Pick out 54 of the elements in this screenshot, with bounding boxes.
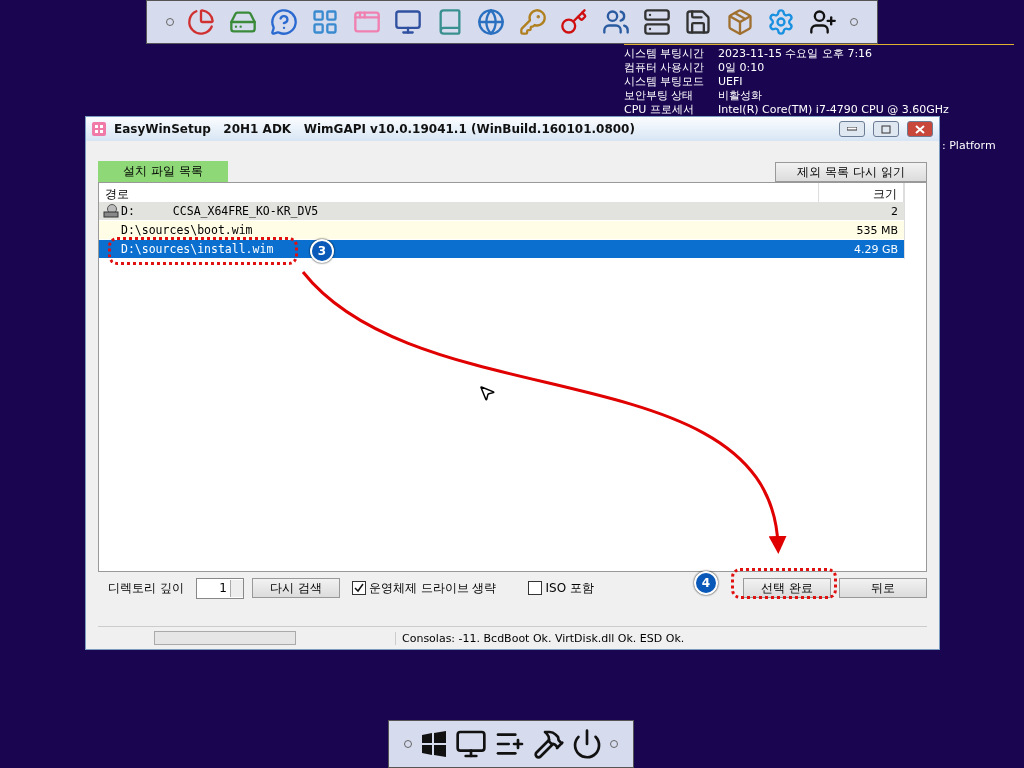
minimize-button[interactable]	[839, 121, 865, 137]
globe-icon[interactable]	[477, 8, 506, 36]
close-icon	[915, 124, 925, 134]
drive-icon[interactable]	[642, 8, 671, 36]
maximize-button[interactable]	[873, 121, 899, 137]
info-value: 0일 0:10	[718, 61, 766, 75]
checkbox-label: ISO 포함	[545, 579, 594, 597]
help-icon[interactable]	[270, 8, 299, 36]
rescan-button[interactable]: 다시 검색	[251, 578, 340, 598]
info-label: CPU 프로세서	[624, 103, 695, 117]
key-icon[interactable]	[560, 8, 589, 36]
path-text: D:\sources\boot.wim	[121, 223, 253, 237]
info-value: UEFI	[718, 75, 744, 89]
maximize-icon	[881, 124, 891, 134]
checkbox[interactable]	[351, 581, 366, 595]
info-value: 2023-11-15 수요일 오후 7:16	[718, 47, 874, 61]
users-icon[interactable]	[601, 8, 630, 36]
computer-icon[interactable]	[455, 728, 488, 760]
close-button[interactable]	[907, 121, 933, 137]
depth-label: 디렉토리 깊이	[108, 579, 184, 597]
add-user-icon[interactable]	[808, 8, 837, 36]
minimize-icon	[847, 127, 857, 131]
app-icon	[92, 122, 106, 136]
floppy-icon[interactable]	[684, 8, 713, 36]
path-text: D:\sources\install.wim	[121, 242, 274, 256]
size-cell: 2	[819, 202, 904, 220]
info-value: 비활성화	[718, 89, 763, 103]
action-button[interactable]: 선택 완료	[743, 578, 831, 598]
path-text: D:	[121, 204, 135, 218]
info-label: 시스템 부팅시간	[624, 47, 706, 61]
tab[interactable]: 설치 파일 목록	[98, 161, 228, 182]
list-row[interactable]: D:\sources\boot.wim	[99, 221, 819, 239]
pie-chart-icon[interactable]	[187, 8, 216, 36]
checkbox-label: 운영체제 드라이브 생략	[368, 579, 497, 597]
list-row[interactable]: D: CCSA_X64FRE_KO-KR_DV5	[99, 202, 819, 220]
action-button[interactable]: 뒤로	[839, 578, 927, 598]
reload-button[interactable]: 제외 목록 다시 읽기	[775, 162, 927, 182]
status-text: Consolas: -11. BcdBoot Ok. VirtDisk.dll Ok. ESD Ok.	[395, 631, 927, 645]
info-value: Intel(R) Core(TM) i7-4790 CPU @ 3.60GHz	[718, 103, 950, 117]
drive-icon	[103, 204, 119, 218]
volume-label: CCSA_X64FRE_KO-KR_DV5	[172, 204, 319, 218]
background-text: : Platform	[942, 139, 996, 152]
size-cell: 4.29 GB	[819, 240, 904, 258]
tiles-icon[interactable]	[311, 8, 340, 36]
cursor-icon	[478, 384, 496, 402]
depth-spinner[interactable]: 1	[195, 577, 244, 599]
info-label: 컴퓨터 사용시간	[624, 61, 706, 75]
window-title: EasyWinSetup 20H1 ADK WimGAPI v10.0.19041.1 (WinBuild.160101.0800)	[114, 122, 636, 136]
info-label: 시스템 부팅모드	[624, 75, 706, 89]
info-label: 보안부팅 상태	[624, 89, 695, 103]
box-icon[interactable]	[725, 8, 754, 36]
hammer-icon[interactable]	[532, 728, 565, 760]
size-cell: 535 MB	[819, 221, 904, 239]
checkbox[interactable]	[528, 581, 543, 595]
